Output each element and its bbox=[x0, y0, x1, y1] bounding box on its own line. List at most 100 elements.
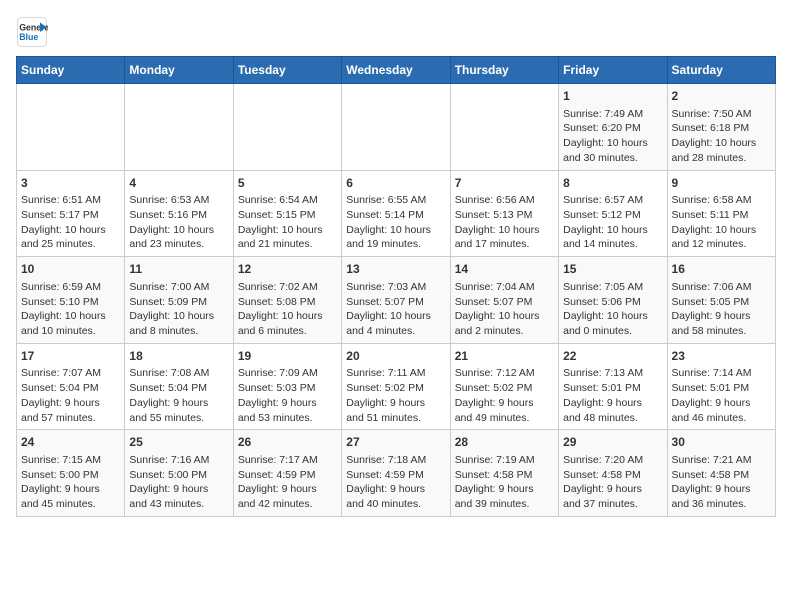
day-number: 22 bbox=[563, 348, 662, 365]
day-number: 4 bbox=[129, 175, 228, 192]
svg-text:Blue: Blue bbox=[19, 32, 38, 42]
day-number: 30 bbox=[672, 434, 771, 451]
day-info: Sunrise: 6:56 AM Sunset: 5:13 PM Dayligh… bbox=[455, 193, 554, 252]
day-info: Sunrise: 7:14 AM Sunset: 5:01 PM Dayligh… bbox=[672, 366, 771, 425]
day-info: Sunrise: 7:04 AM Sunset: 5:07 PM Dayligh… bbox=[455, 280, 554, 339]
day-number: 3 bbox=[21, 175, 120, 192]
calendar-cell bbox=[125, 84, 233, 171]
day-number: 21 bbox=[455, 348, 554, 365]
day-info: Sunrise: 6:53 AM Sunset: 5:16 PM Dayligh… bbox=[129, 193, 228, 252]
day-info: Sunrise: 7:11 AM Sunset: 5:02 PM Dayligh… bbox=[346, 366, 445, 425]
weekday-header: Friday bbox=[559, 57, 667, 84]
calendar-cell bbox=[342, 84, 450, 171]
day-number: 7 bbox=[455, 175, 554, 192]
weekday-row: SundayMondayTuesdayWednesdayThursdayFrid… bbox=[17, 57, 776, 84]
calendar-cell: 29 Sunrise: 7:20 AM Sunset: 4:58 PM Dayli… bbox=[559, 430, 667, 517]
day-number: 18 bbox=[129, 348, 228, 365]
day-number: 9 bbox=[672, 175, 771, 192]
header: General Blue bbox=[16, 16, 776, 48]
day-info: Sunrise: 6:55 AM Sunset: 5:14 PM Dayligh… bbox=[346, 193, 445, 252]
calendar-cell bbox=[450, 84, 558, 171]
day-info: Sunrise: 7:08 AM Sunset: 5:04 PM Dayligh… bbox=[129, 366, 228, 425]
weekday-header: Wednesday bbox=[342, 57, 450, 84]
day-number: 10 bbox=[21, 261, 120, 278]
calendar-cell: 6Sunrise: 6:55 AM Sunset: 5:14 PM Daylig… bbox=[342, 170, 450, 257]
calendar-cell: 11 Sunrise: 7:00 AM Sunset: 5:09 PM Dayli… bbox=[125, 257, 233, 344]
calendar-cell: 9Sunrise: 6:58 AM Sunset: 5:11 PM Daylig… bbox=[667, 170, 775, 257]
calendar-cell: 25 Sunrise: 7:16 AM Sunset: 5:00 PM Dayli… bbox=[125, 430, 233, 517]
day-info: Sunrise: 7:07 AM Sunset: 5:04 PM Dayligh… bbox=[21, 366, 120, 425]
weekday-header: Thursday bbox=[450, 57, 558, 84]
day-number: 20 bbox=[346, 348, 445, 365]
calendar-cell: 24 Sunrise: 7:15 AM Sunset: 5:00 PM Dayli… bbox=[17, 430, 125, 517]
day-number: 11 bbox=[129, 261, 228, 278]
day-number: 19 bbox=[238, 348, 337, 365]
weekday-header: Monday bbox=[125, 57, 233, 84]
calendar-cell: 5Sunrise: 6:54 AM Sunset: 5:15 PM Daylig… bbox=[233, 170, 341, 257]
day-info: Sunrise: 7:05 AM Sunset: 5:06 PM Dayligh… bbox=[563, 280, 662, 339]
calendar-body: 1 Sunrise: 7:49 AM Sunset: 6:20 PM Daylig… bbox=[17, 84, 776, 517]
day-info: Sunrise: 6:59 AM Sunset: 5:10 PM Dayligh… bbox=[21, 280, 120, 339]
day-info: Sunrise: 7:19 AM Sunset: 4:58 PM Dayligh… bbox=[455, 453, 554, 512]
day-info: Sunrise: 7:18 AM Sunset: 4:59 PM Dayligh… bbox=[346, 453, 445, 512]
day-number: 2 bbox=[672, 88, 771, 105]
day-info: Sunrise: 7:17 AM Sunset: 4:59 PM Dayligh… bbox=[238, 453, 337, 512]
calendar-cell: 18Sunrise: 7:08 AM Sunset: 5:04 PM Dayli… bbox=[125, 343, 233, 430]
day-number: 12 bbox=[238, 261, 337, 278]
calendar-cell: 1 Sunrise: 7:49 AM Sunset: 6:20 PM Daylig… bbox=[559, 84, 667, 171]
day-number: 16 bbox=[672, 261, 771, 278]
day-info: Sunrise: 7:13 AM Sunset: 5:01 PM Dayligh… bbox=[563, 366, 662, 425]
logo: General Blue bbox=[16, 16, 48, 48]
calendar-cell: 22Sunrise: 7:13 AM Sunset: 5:01 PM Dayli… bbox=[559, 343, 667, 430]
day-number: 27 bbox=[346, 434, 445, 451]
day-info: Sunrise: 7:06 AM Sunset: 5:05 PM Dayligh… bbox=[672, 280, 771, 339]
day-info: Sunrise: 7:02 AM Sunset: 5:08 PM Dayligh… bbox=[238, 280, 337, 339]
day-info: Sunrise: 7:03 AM Sunset: 5:07 PM Dayligh… bbox=[346, 280, 445, 339]
day-number: 24 bbox=[21, 434, 120, 451]
calendar-cell: 8Sunrise: 6:57 AM Sunset: 5:12 PM Daylig… bbox=[559, 170, 667, 257]
calendar-cell: 2 Sunrise: 7:50 AM Sunset: 6:18 PM Daylig… bbox=[667, 84, 775, 171]
calendar-cell: 10 Sunrise: 6:59 AM Sunset: 5:10 PM Dayli… bbox=[17, 257, 125, 344]
calendar-cell: 30 Sunrise: 7:21 AM Sunset: 4:58 PM Dayli… bbox=[667, 430, 775, 517]
day-info: Sunrise: 7:00 AM Sunset: 5:09 PM Dayligh… bbox=[129, 280, 228, 339]
day-info: Sunrise: 7:50 AM Sunset: 6:18 PM Dayligh… bbox=[672, 107, 771, 166]
day-number: 25 bbox=[129, 434, 228, 451]
day-info: Sunrise: 7:21 AM Sunset: 4:58 PM Dayligh… bbox=[672, 453, 771, 512]
day-number: 23 bbox=[672, 348, 771, 365]
calendar-cell: 14Sunrise: 7:04 AM Sunset: 5:07 PM Dayli… bbox=[450, 257, 558, 344]
day-number: 15 bbox=[563, 261, 662, 278]
day-number: 13 bbox=[346, 261, 445, 278]
calendar-cell: 19Sunrise: 7:09 AM Sunset: 5:03 PM Dayli… bbox=[233, 343, 341, 430]
calendar-week-row: 24 Sunrise: 7:15 AM Sunset: 5:00 PM Dayli… bbox=[17, 430, 776, 517]
calendar-cell: 13 Sunrise: 7:03 AM Sunset: 5:07 PM Dayli… bbox=[342, 257, 450, 344]
calendar-cell: 27 Sunrise: 7:18 AM Sunset: 4:59 PM Dayli… bbox=[342, 430, 450, 517]
calendar-week-row: 1 Sunrise: 7:49 AM Sunset: 6:20 PM Daylig… bbox=[17, 84, 776, 171]
weekday-header: Tuesday bbox=[233, 57, 341, 84]
calendar-cell: 7Sunrise: 6:56 AM Sunset: 5:13 PM Daylig… bbox=[450, 170, 558, 257]
day-info: Sunrise: 7:09 AM Sunset: 5:03 PM Dayligh… bbox=[238, 366, 337, 425]
day-info: Sunrise: 6:58 AM Sunset: 5:11 PM Dayligh… bbox=[672, 193, 771, 252]
day-info: Sunrise: 6:57 AM Sunset: 5:12 PM Dayligh… bbox=[563, 193, 662, 252]
calendar-cell: 17Sunrise: 7:07 AM Sunset: 5:04 PM Dayli… bbox=[17, 343, 125, 430]
day-number: 6 bbox=[346, 175, 445, 192]
day-info: Sunrise: 7:20 AM Sunset: 4:58 PM Dayligh… bbox=[563, 453, 662, 512]
weekday-header: Saturday bbox=[667, 57, 775, 84]
calendar-cell: 3Sunrise: 6:51 AM Sunset: 5:17 PM Daylig… bbox=[17, 170, 125, 257]
calendar-cell: 16 Sunrise: 7:06 AM Sunset: 5:05 PM Dayli… bbox=[667, 257, 775, 344]
day-info: Sunrise: 7:12 AM Sunset: 5:02 PM Dayligh… bbox=[455, 366, 554, 425]
day-info: Sunrise: 7:49 AM Sunset: 6:20 PM Dayligh… bbox=[563, 107, 662, 166]
day-number: 29 bbox=[563, 434, 662, 451]
calendar: SundayMondayTuesdayWednesdayThursdayFrid… bbox=[16, 56, 776, 517]
logo-icon: General Blue bbox=[16, 16, 48, 48]
calendar-cell bbox=[17, 84, 125, 171]
day-info: Sunrise: 7:15 AM Sunset: 5:00 PM Dayligh… bbox=[21, 453, 120, 512]
day-info: Sunrise: 7:16 AM Sunset: 5:00 PM Dayligh… bbox=[129, 453, 228, 512]
day-number: 1 bbox=[563, 88, 662, 105]
weekday-header: Sunday bbox=[17, 57, 125, 84]
day-number: 26 bbox=[238, 434, 337, 451]
day-info: Sunrise: 6:54 AM Sunset: 5:15 PM Dayligh… bbox=[238, 193, 337, 252]
calendar-cell bbox=[233, 84, 341, 171]
calendar-cell: 20Sunrise: 7:11 AM Sunset: 5:02 PM Dayli… bbox=[342, 343, 450, 430]
calendar-cell: 23Sunrise: 7:14 AM Sunset: 5:01 PM Dayli… bbox=[667, 343, 775, 430]
calendar-week-row: 3Sunrise: 6:51 AM Sunset: 5:17 PM Daylig… bbox=[17, 170, 776, 257]
